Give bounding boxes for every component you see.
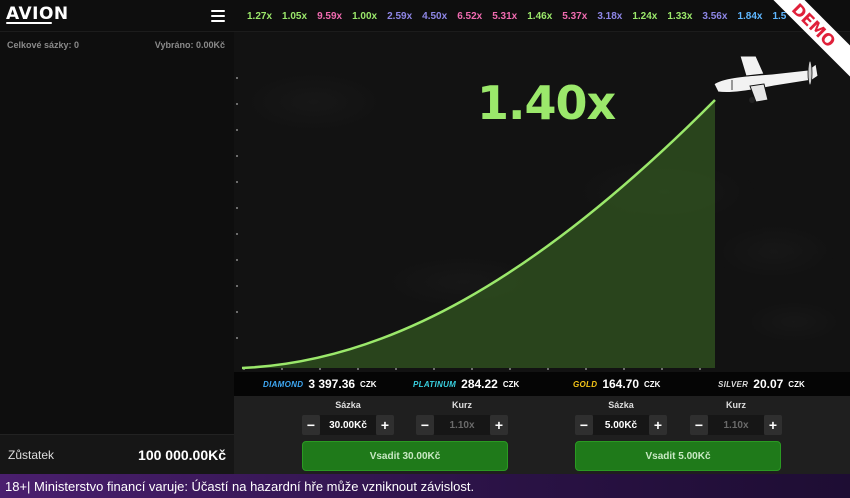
history-item: 4.50x <box>422 10 448 22</box>
logo-underline <box>6 22 52 24</box>
jackpot-amount: 284.22 <box>461 377 498 391</box>
history-item: 1.05x <box>282 10 308 22</box>
rate-label: Kurz <box>726 400 746 410</box>
history-item: 3.56x <box>702 10 728 22</box>
jackpot-amount: 164.70 <box>602 377 640 391</box>
history-item: 1.00x <box>352 10 378 22</box>
gambling-warning-text: 18+| Ministerstvo financí varuje: Účastí… <box>5 478 475 494</box>
jackpot-bar: DIAMOND 3 397.36 CZK PLATINUM 284.22 CZK… <box>234 372 850 396</box>
rate-stepper: − 1.10x + <box>416 415 508 435</box>
history-item: 1.33x <box>667 10 693 22</box>
jackpot-currency: CZK <box>360 379 377 389</box>
jackpot-tier: GOLD <box>573 379 598 389</box>
jackpot-tier: SILVER <box>718 379 749 389</box>
rate-decrease-button[interactable]: − <box>690 415 708 435</box>
jackpot-silver: SILVER 20.07 CZK <box>718 377 805 391</box>
rate-increase-button[interactable]: + <box>490 415 508 435</box>
stake-input[interactable]: 30.00Kč <box>320 415 376 435</box>
stake-decrease-button[interactable]: − <box>302 415 320 435</box>
jackpot-tier: PLATINUM <box>413 379 457 389</box>
jackpot-tier: DIAMOND <box>263 379 304 389</box>
bet-panel-1: Sázka − 30.00Kč + Kurz − 1.10x + Vsadit … <box>300 396 574 474</box>
history-item: 5.31x <box>492 10 518 22</box>
jackpot-currency: CZK <box>502 379 520 389</box>
logo: AVION <box>6 4 69 24</box>
stake-input[interactable]: 5.00Kč <box>593 415 649 435</box>
rate-input[interactable]: 1.10x <box>708 415 764 435</box>
history-item: 1.46x <box>527 10 553 22</box>
jackpot-currency: CZK <box>644 379 661 389</box>
game-area: 1.40x <box>234 32 850 372</box>
balance-value: 100 000.00Kč <box>138 446 226 463</box>
balance-bar: Zůstatek 100 000.00Kč <box>0 434 234 474</box>
bet-panel-2: Sázka − 5.00Kč + Kurz − 1.10x + Vsadit 5… <box>574 396 848 474</box>
stake-increase-button[interactable]: + <box>376 415 394 435</box>
hamburger-menu-icon[interactable] <box>211 10 225 22</box>
jackpot-gold: GOLD 164.70 CZK <box>573 377 660 391</box>
place-bet-button[interactable]: Vsadit 30.00Kč <box>302 441 508 471</box>
history-item: 1.84x <box>737 10 763 22</box>
sidebar: Celkové sázky: 0 Vybráno: 0.00Kč Zůstate… <box>0 32 234 474</box>
jackpot-platinum: PLATINUM 284.22 CZK <box>413 377 519 391</box>
history-item: 9.59x <box>317 10 343 22</box>
history-item: 6.52x <box>457 10 483 22</box>
top-bar: AVION 1.27x 1.05x 9.59x 1.00x 2.59x 4.50… <box>0 0 850 32</box>
jackpot-currency: CZK <box>788 379 805 389</box>
withdrawn-label: Vybráno: 0.00Kč <box>154 40 225 50</box>
rate-increase-button[interactable]: + <box>764 415 782 435</box>
history-item: 1.24x <box>632 10 658 22</box>
history-item: 3.18x <box>597 10 623 22</box>
history-item: 1.27x <box>247 10 273 22</box>
rate-label: Kurz <box>452 400 472 410</box>
stake-stepper: − 30.00Kč + <box>302 415 394 435</box>
stake-decrease-button[interactable]: − <box>575 415 593 435</box>
jackpot-amount: 3 397.36 <box>308 377 356 391</box>
stake-increase-button[interactable]: + <box>649 415 667 435</box>
gambling-warning-footer: 18+| Ministerstvo financí varuje: Účastí… <box>0 474 850 498</box>
bet-stats: Celkové sázky: 0 Vybráno: 0.00Kč <box>7 40 225 50</box>
rate-stepper: − 1.10x + <box>690 415 782 435</box>
stake-label: Sázka <box>335 400 361 410</box>
jackpot-diamond: DIAMOND 3 397.36 CZK <box>263 377 377 391</box>
bet-panels: Sázka − 30.00Kč + Kurz − 1.10x + Vsadit … <box>234 396 850 474</box>
rate-decrease-button[interactable]: − <box>416 415 434 435</box>
place-bet-button[interactable]: Vsadit 5.00Kč <box>575 441 781 471</box>
history-item: 5.37x <box>562 10 588 22</box>
stake-stepper: − 5.00Kč + <box>575 415 667 435</box>
history-item: 2.59x <box>387 10 413 22</box>
total-bets-label: Celkové sázky: 0 <box>7 40 80 50</box>
multiplier-history: 1.27x 1.05x 9.59x 1.00x 2.59x 4.50x 6.52… <box>242 0 850 32</box>
jackpot-amount: 20.07 <box>753 377 784 391</box>
current-multiplier: 1.40x <box>477 76 616 130</box>
balance-label: Zůstatek <box>8 447 55 462</box>
stake-label: Sázka <box>608 400 634 410</box>
rate-input[interactable]: 1.10x <box>434 415 490 435</box>
